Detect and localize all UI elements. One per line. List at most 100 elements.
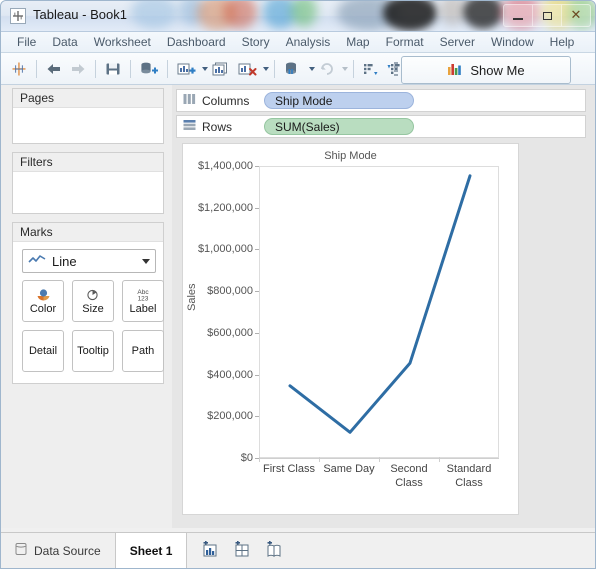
rows-shelf[interactable]: Rows SUM(Sales) — [176, 115, 586, 138]
x-axis-tick-label[interactable]: Second Class — [379, 457, 439, 490]
maximize-button[interactable] — [533, 5, 562, 26]
workspace: Pages Filters Marks Line Color Size Abc … — [1, 85, 595, 528]
mark-type-dropdown[interactable]: Line — [22, 249, 156, 273]
show-me-grip[interactable] — [394, 62, 398, 76]
menu-dashboard[interactable]: Dashboard — [159, 32, 234, 52]
new-worksheet-icon[interactable] — [173, 56, 199, 82]
refresh-dropdown-caret[interactable] — [342, 66, 348, 71]
y-axis-tick-label: $400,000 — [207, 368, 253, 381]
viz-area: Columns Ship Mode Rows SUM(Sales) Ship M… — [172, 85, 595, 528]
save-icon[interactable] — [101, 56, 125, 82]
worksheet-canvas[interactable]: Ship Mode Sales $0 $200,000 $400,000 $600,0… — [182, 143, 519, 515]
left-panel: Pages Filters Marks Line Color Size Abc … — [1, 85, 172, 528]
x-axis-tick — [319, 457, 320, 462]
desktop-bleed — [291, 1, 317, 27]
pages-card[interactable]: Pages — [12, 88, 164, 144]
marks-buttons: Color Size Abc 123 Label Detail Tooltip … — [22, 280, 164, 372]
y-axis-tick-label: $1,200,000 — [197, 201, 253, 214]
tableau-home-icon[interactable] — [7, 56, 31, 82]
y-axis-tick-label: $800,000 — [207, 285, 253, 298]
tableau-logo-icon — [10, 8, 26, 24]
back-arrow-icon[interactable] — [42, 56, 66, 82]
y-axis-tick-label: $200,000 — [207, 410, 253, 423]
line-path[interactable] — [288, 174, 472, 434]
marks-path-button[interactable]: Path — [122, 330, 164, 372]
filters-card[interactable]: Filters — [12, 152, 164, 214]
marks-size-label: Size — [82, 302, 104, 315]
marks-color-label: Color — [29, 302, 57, 315]
menu-data[interactable]: Data — [44, 32, 85, 52]
menu-format[interactable]: Format — [378, 32, 432, 52]
marks-label-label: Label — [129, 302, 157, 315]
title-bar: Tableau - Book1 ✕ — [1, 1, 595, 32]
columns-icon — [183, 93, 196, 108]
marks-color-button[interactable]: Color — [22, 280, 64, 322]
pages-card-title: Pages — [13, 89, 163, 108]
chevron-down-icon[interactable] — [142, 258, 150, 264]
clear-sheet-dropdown-caret[interactable] — [263, 66, 269, 71]
columns-shelf[interactable]: Columns Ship Mode — [176, 89, 586, 112]
refresh-icon[interactable] — [315, 56, 339, 82]
forward-arrow-icon[interactable] — [66, 56, 90, 82]
plot-wrapper: Sales $0 $200,000 $400,000 $600,000 $800,000… — [183, 160, 518, 514]
marks-card: Marks Line Color Size Abc 123 Label Deta… — [12, 222, 164, 384]
filters-card-title: Filters — [13, 153, 163, 172]
y-axis-tick-label: $1,400,000 — [197, 160, 253, 172]
menu-bar: File Data Worksheet Dashboard Story Anal… — [1, 32, 595, 53]
menu-file[interactable]: File — [9, 32, 44, 52]
toolbar: Show Me — [1, 53, 595, 85]
desktop-bleed — [131, 1, 177, 29]
duplicate-sheet-icon[interactable] — [208, 56, 234, 82]
new-story-icon[interactable] — [265, 540, 283, 561]
y-axis-tick-label: $0 — [240, 452, 253, 464]
new-worksheet-icon[interactable] — [201, 540, 219, 561]
menu-help[interactable]: Help — [542, 32, 583, 52]
x-axis-tick-label[interactable]: Standard Class — [439, 457, 499, 490]
desktop-bleed — [223, 1, 257, 29]
x-axis-tick — [439, 457, 440, 462]
menu-map[interactable]: Map — [338, 32, 377, 52]
mark-type-value: Line — [52, 253, 77, 269]
y-axis-labels: $0 $200,000 $400,000 $600,000 $800,000 $1,000… — [197, 160, 259, 464]
columns-pill-ship-mode[interactable]: Ship Mode — [264, 92, 414, 109]
sheet-tab-sheet1[interactable]: Sheet 1 — [115, 533, 188, 568]
marks-detail-button[interactable]: Detail — [22, 330, 64, 372]
show-me-label: Show Me — [470, 62, 525, 78]
menu-worksheet[interactable]: Worksheet — [86, 32, 159, 52]
marks-size-button[interactable]: Size — [72, 280, 114, 322]
menu-analysis[interactable]: Analysis — [278, 32, 339, 52]
rows-pill-sum-sales[interactable]: SUM(Sales) — [264, 118, 414, 135]
data-source-icon — [15, 542, 27, 559]
abc-123-icon: Abc 123 — [132, 287, 154, 303]
marks-tooltip-button[interactable]: Tooltip — [72, 330, 114, 372]
new-object-buttons — [187, 533, 297, 568]
desktop-bleed — [463, 1, 503, 29]
x-axis-tick-label[interactable]: Same Day — [319, 457, 379, 490]
marks-detail-label: Detail — [28, 344, 58, 357]
close-button[interactable]: ✕ — [562, 5, 590, 26]
marks-label-button[interactable]: Abc 123 Label — [122, 280, 164, 322]
menu-story[interactable]: Story — [234, 32, 278, 52]
menu-server[interactable]: Server — [432, 32, 483, 52]
refresh-data-source-icon[interactable] — [280, 56, 306, 82]
sort-ascending-icon[interactable] — [359, 56, 383, 82]
data-source-tab[interactable]: Data Source — [1, 533, 116, 568]
desktop-bleed — [383, 1, 437, 31]
size-circle-icon — [85, 287, 101, 303]
menu-window[interactable]: Window — [483, 32, 542, 52]
new-dashboard-icon[interactable] — [233, 540, 251, 561]
x-axis-tick-label[interactable]: First Class — [259, 457, 319, 490]
color-palette-icon — [35, 287, 52, 303]
show-me-button[interactable]: Show Me — [401, 56, 571, 84]
x-axis-labels: First Class Same Day Second Class Standard … — [259, 457, 499, 490]
columns-shelf-label: Columns — [202, 93, 250, 108]
line-chart-icon — [28, 254, 46, 269]
marks-tooltip-label: Tooltip — [77, 344, 109, 357]
rows-icon — [183, 119, 196, 134]
clear-sheet-icon[interactable] — [234, 56, 260, 82]
minimize-button[interactable] — [504, 5, 533, 26]
tableau-window: Tableau - Book1 ✕ File Data Worksheet Da… — [0, 0, 596, 569]
new-data-source-icon[interactable] — [136, 56, 162, 82]
plot-area[interactable] — [259, 166, 499, 458]
y-axis-tick-label: $600,000 — [207, 326, 253, 339]
